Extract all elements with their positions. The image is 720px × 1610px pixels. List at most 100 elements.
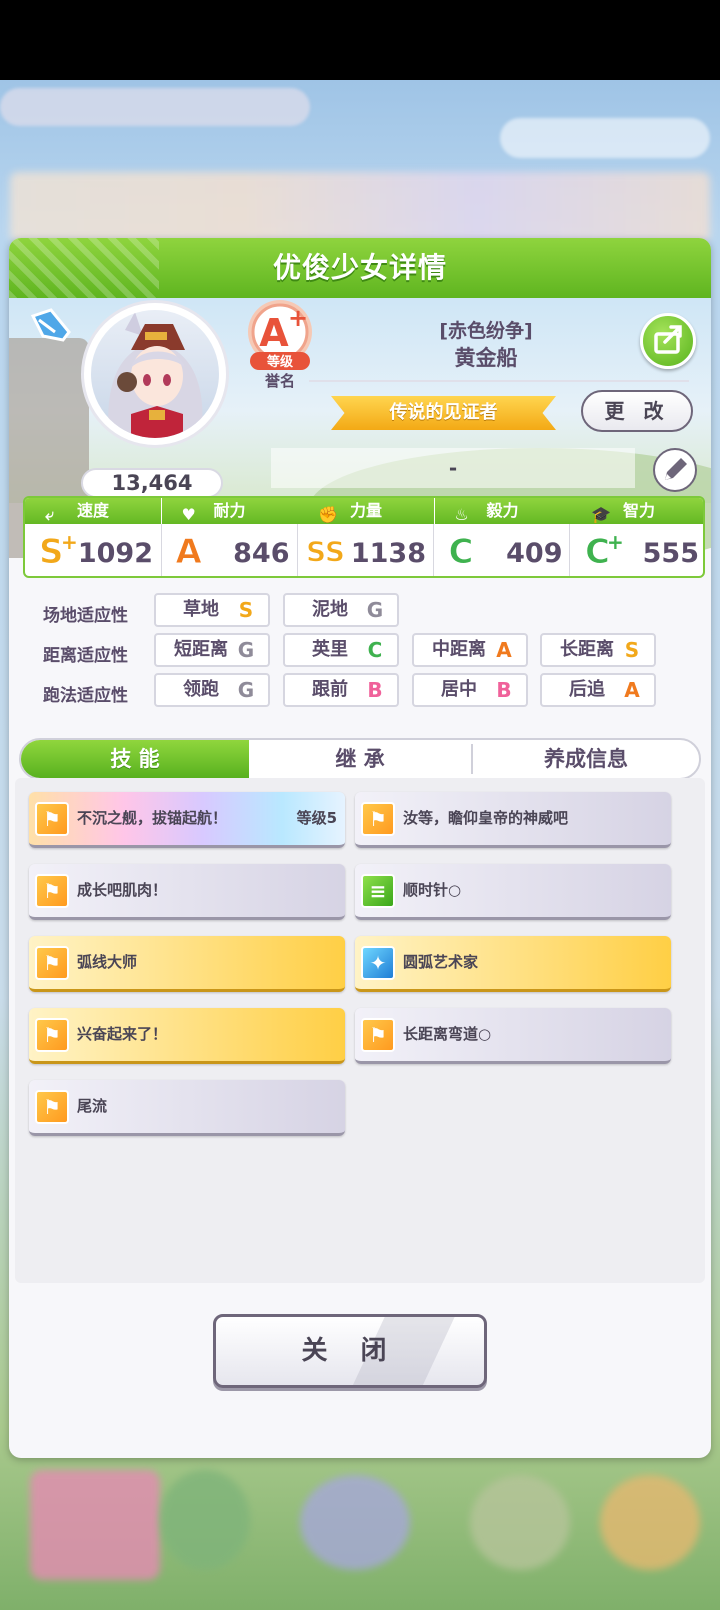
distance-aptitude-label: 距离适应性 bbox=[43, 646, 128, 666]
close-label: 关 闭 bbox=[301, 1336, 399, 1366]
character-name: 黄金船 bbox=[454, 346, 518, 370]
bg-banner bbox=[0, 88, 310, 126]
skill-item[interactable]: ⚑ 弧线大师 bbox=[29, 936, 345, 992]
epithet-ribbon: 传说的见证者 bbox=[331, 396, 556, 430]
skill-item[interactable]: ⚑ 汝等，瞻仰皇帝的神威吧 bbox=[355, 792, 671, 848]
style-aptitude-label: 跑法适应性 bbox=[43, 686, 128, 706]
aptitude-grade: B bbox=[496, 678, 512, 702]
stat-number: 846 bbox=[233, 538, 290, 569]
aptitude-name: 领跑 bbox=[183, 679, 219, 700]
skill-name: 长距离弯道○ bbox=[403, 1025, 492, 1043]
skill-item[interactable]: ⚑ 兴奋起来了！ bbox=[29, 1008, 345, 1064]
stat-header: ⤶ 速度 bbox=[25, 498, 161, 524]
skill-item[interactable]: ✦ 圆弧艺术家 bbox=[355, 936, 671, 992]
skill-item[interactable]: ⚑ 不沉之舰，拔锚起航！ 等级5 bbox=[29, 792, 345, 848]
stat-value-box: A 846 bbox=[162, 528, 298, 576]
runner-icon: ⚑ bbox=[35, 874, 69, 908]
tab-skills[interactable]: 技 能 bbox=[21, 740, 249, 778]
stat-rank: S bbox=[39, 532, 64, 573]
skill-name: 尾流 bbox=[77, 1097, 108, 1115]
stat-1: ♥ 耐力 A 846 bbox=[161, 498, 298, 576]
aptitude-grade: G bbox=[366, 598, 384, 622]
stat-divider bbox=[297, 524, 298, 576]
aptitude-distance-3: 长距离 S bbox=[540, 633, 656, 667]
stat-rank-plus: + bbox=[61, 530, 78, 554]
runner-icon: ⚑ bbox=[35, 1090, 69, 1124]
edit-button[interactable] bbox=[653, 448, 697, 492]
outfit-title: [赤色纷争] bbox=[439, 320, 533, 342]
share-button[interactable] bbox=[640, 313, 696, 369]
sparkle-icon: ✦ bbox=[361, 946, 395, 980]
screen: { "background": { "top_banner_text": "",… bbox=[0, 0, 720, 1610]
stat-value-box: SS 1138 bbox=[298, 528, 434, 576]
runner-icon: ⚑ bbox=[35, 802, 69, 836]
aptitude-grade: A bbox=[496, 638, 512, 662]
bg-nav-3 bbox=[300, 1475, 410, 1570]
stat-rank: SS bbox=[305, 535, 346, 569]
fan-points: 13,464 bbox=[81, 468, 223, 498]
runner-icon: ⚑ bbox=[35, 1018, 69, 1052]
shoe-icon bbox=[30, 308, 71, 342]
stat-4: 🎓 智力 C +555 bbox=[571, 498, 703, 576]
skill-item[interactable]: ⚑ 成长吧肌肉！ bbox=[29, 864, 345, 920]
grade-plus: + bbox=[288, 304, 308, 332]
skill-name: 不沉之舰，拔锚起航！ bbox=[77, 809, 228, 827]
pencil-icon bbox=[665, 458, 687, 480]
panel-header: 优俊少女详情 bbox=[9, 238, 711, 298]
skill-item[interactable]: ⚑ 尾流 bbox=[29, 1080, 345, 1136]
stat-divider bbox=[161, 524, 162, 576]
flame-icon: ♨ bbox=[454, 505, 469, 524]
tab-bar: 技 能 继 承 养成信息 bbox=[19, 738, 701, 780]
shoe-icon: ⤶ bbox=[45, 505, 54, 524]
grade-emblem: A + 等级 誉名 bbox=[248, 300, 312, 390]
aptitude-name: 泥地 bbox=[312, 599, 348, 620]
stat-rank-plus: + bbox=[607, 530, 624, 554]
skill-name: 汝等，瞻仰皇帝的神威吧 bbox=[403, 809, 569, 827]
bg-nav-4 bbox=[470, 1475, 570, 1570]
runner-icon: ⚑ bbox=[361, 802, 395, 836]
close-button[interactable]: 关 闭 bbox=[213, 1314, 487, 1388]
aptitude-style-0: 领跑 G bbox=[154, 673, 270, 707]
aptitude-grade: B bbox=[367, 678, 383, 702]
aptitude-name: 英里 bbox=[312, 639, 348, 660]
aptitude-style-3: 后追 A bbox=[540, 673, 656, 707]
grade-label: 等级 bbox=[266, 354, 294, 370]
stat-rank: A bbox=[175, 532, 202, 573]
stat-number: 555 bbox=[642, 538, 699, 569]
stat-header: ♨ 毅力 bbox=[434, 498, 571, 524]
stat-label: 智力 bbox=[622, 501, 655, 520]
aptitude-grade: G bbox=[237, 638, 255, 662]
grade-letter: A bbox=[259, 311, 289, 355]
aptitude-grade: S bbox=[238, 598, 254, 622]
aptitude-name: 后追 bbox=[569, 679, 605, 700]
divider bbox=[309, 380, 689, 382]
skill-name: 弧线大师 bbox=[77, 953, 138, 971]
stat-divider bbox=[569, 524, 570, 576]
bg-button bbox=[500, 118, 710, 158]
skill-list: ⚑ 不沉之舰，拔锚起航！ 等级5 ⚑ 汝等，瞻仰皇帝的神威吧 ⚑ 成长吧肌肉！ ≡ 顺时针○ ⚑ 弧… bbox=[15, 778, 705, 1283]
character-portrait[interactable] bbox=[91, 310, 219, 438]
skill-item[interactable]: ≡ 顺时针○ bbox=[355, 864, 671, 920]
stat-value-box: C 409 bbox=[435, 528, 571, 576]
tab-training-info[interactable]: 养成信息 bbox=[473, 740, 699, 778]
share-icon bbox=[654, 325, 682, 354]
stat-label: 毅力 bbox=[486, 501, 519, 520]
grade-badge: A + 等级 誉名 bbox=[244, 298, 320, 390]
tab-inheritance[interactable]: 继 承 bbox=[249, 740, 471, 778]
change-epithet-button[interactable]: 更 改 bbox=[581, 390, 693, 432]
aptitude-track-0: 草地 S bbox=[154, 593, 270, 627]
stat-value-box: C +555 bbox=[571, 528, 703, 576]
runner-icon: ⚑ bbox=[361, 1018, 395, 1052]
aptitude-name: 居中 bbox=[441, 679, 477, 700]
skill-item[interactable]: ⚑ 长距离弯道○ bbox=[355, 1008, 671, 1064]
aptitude-name: 长距离 bbox=[560, 639, 614, 660]
stat-value-box: S +1092 bbox=[25, 528, 161, 576]
stat-label: 速度 bbox=[76, 501, 109, 520]
stat-header: 🎓 智力 bbox=[571, 498, 703, 524]
aptitude-grade: A bbox=[624, 678, 640, 702]
aptitude-grade: G bbox=[237, 678, 255, 702]
skill-name: 顺时针○ bbox=[403, 881, 462, 899]
stat-3: ♨ 毅力 C 409 bbox=[434, 498, 571, 576]
character-illustration bbox=[108, 312, 203, 438]
header-pattern bbox=[9, 238, 159, 298]
